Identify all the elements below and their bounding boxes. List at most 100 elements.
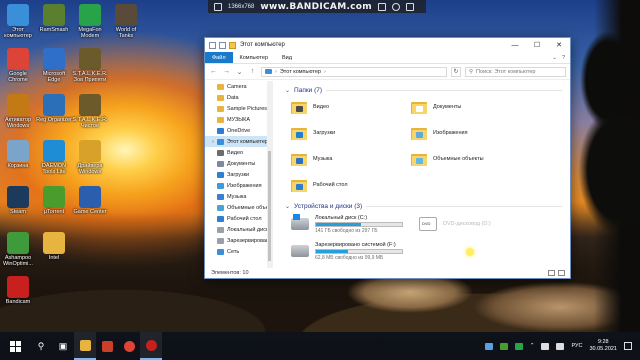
language-indicator[interactable]: РУС bbox=[571, 343, 582, 349]
drive-item[interactable]: Зарезервировано системой (F:) 62,8 МБ сво… bbox=[291, 239, 419, 263]
nav-item[interactable]: Музыка bbox=[205, 191, 272, 202]
nav-item[interactable]: OneDrive bbox=[205, 125, 272, 136]
nav-item[interactable]: Зарезервировано bbox=[205, 235, 272, 246]
taskbar-bandicam-button[interactable] bbox=[140, 332, 162, 360]
chevron-down-icon[interactable]: ⌄ bbox=[285, 203, 290, 210]
desktop-icon-chrome[interactable]: Google Chrome bbox=[0, 48, 36, 92]
up-button[interactable]: ↑ bbox=[248, 68, 257, 75]
desktop-icon-ramsmash[interactable]: RamSmash bbox=[36, 4, 72, 48]
close-button[interactable]: ✕ bbox=[548, 38, 570, 52]
minimize-button[interactable]: — bbox=[504, 38, 526, 52]
desktop-icon-ashampoo[interactable]: Ashampoo WinOptimi... bbox=[0, 232, 36, 276]
desktop-icon-edge[interactable]: Microsoft Edge bbox=[36, 48, 72, 92]
desktop-icon-this-pc[interactable]: Этот компьютер bbox=[0, 4, 36, 48]
nav-item[interactable]: Видео bbox=[205, 147, 272, 158]
folder-item[interactable]: Объемные объекты bbox=[411, 148, 531, 170]
folder-item[interactable]: Изображения bbox=[411, 122, 531, 144]
desktop-icon-drivers[interactable]: Драйвера Windows bbox=[72, 140, 108, 184]
nav-item[interactable]: › Этот компьютер bbox=[205, 136, 272, 147]
desktop-icon-daemon-tools[interactable]: DAEMON Tools Lite bbox=[36, 140, 72, 184]
details-view-icon[interactable] bbox=[548, 270, 555, 276]
expand-ribbon-icon[interactable]: ⌄ bbox=[552, 55, 557, 61]
utorrent-tray-icon[interactable] bbox=[499, 342, 508, 350]
properties-icon[interactable] bbox=[209, 41, 216, 49]
desktop-icon-activator[interactable]: Активатор Windows bbox=[0, 94, 36, 138]
item-count: Элементов: 10 bbox=[211, 270, 249, 276]
refresh-button[interactable]: ↻ bbox=[451, 66, 461, 77]
nav-item[interactable]: Sample Pictures bbox=[205, 103, 272, 114]
nav-item[interactable]: Data bbox=[205, 92, 272, 103]
chevron-right-icon[interactable]: › bbox=[212, 139, 214, 145]
nav-item[interactable]: МУЗЫКА bbox=[205, 114, 272, 125]
desktop-icon-megafon[interactable]: MegaFon Modem bbox=[72, 4, 108, 48]
address-bar[interactable]: › Этот компьютер › bbox=[261, 66, 447, 77]
navigation-pane[interactable]: Camera Data Sample Pictures МУЗЫКА OneDrive ›… bbox=[205, 81, 273, 268]
desktop-icon-intel-folder[interactable]: Intel bbox=[36, 232, 72, 276]
nav-item[interactable]: Рабочий стол bbox=[205, 213, 272, 224]
taskbar-search-button[interactable]: ⚲ bbox=[30, 332, 52, 360]
desktop-icon-bandicam[interactable]: Bandicam bbox=[0, 276, 36, 320]
nav-item[interactable]: Изображения bbox=[205, 180, 272, 191]
clock[interactable]: 9:28 30.05.2021 bbox=[589, 339, 617, 353]
desktop-icon-game-center[interactable]: Game Center bbox=[72, 186, 108, 230]
network-icon[interactable] bbox=[541, 342, 550, 350]
taskbar-store-button[interactable] bbox=[96, 332, 118, 360]
tab-computer[interactable]: Компьютер bbox=[233, 52, 275, 63]
desktop-icon-recycle-bin[interactable]: Корзина bbox=[0, 140, 36, 184]
nav-item[interactable]: Локальный диск bbox=[205, 224, 272, 235]
drives-group-header[interactable]: ⌄ Устройства и диски (3) bbox=[285, 200, 562, 212]
nav-scrollbar[interactable] bbox=[267, 81, 272, 268]
bandicam-icon bbox=[7, 276, 29, 298]
breadcrumb-chevron-icon[interactable]: › bbox=[275, 69, 277, 75]
desktop-icon-steam[interactable]: Steam bbox=[0, 186, 36, 230]
content-pane[interactable]: ⌄ Папки (7) Видео Документы Загрузки Изобра… bbox=[273, 81, 570, 268]
forward-button[interactable]: → bbox=[222, 68, 231, 75]
chevron-down-icon[interactable]: ⌄ bbox=[285, 87, 290, 94]
drive-item[interactable]: DVD-дисковод (D:) bbox=[419, 212, 539, 236]
nav-item[interactable]: Объемные объекты bbox=[205, 202, 272, 213]
breadcrumb[interactable]: Этот компьютер bbox=[280, 69, 321, 75]
desktop-icon-world-of-tanks[interactable]: World of Tanks bbox=[108, 4, 144, 48]
folder-item[interactable]: Рабочий стол bbox=[291, 174, 411, 196]
scrollbar-thumb[interactable] bbox=[268, 151, 271, 261]
help-icon[interactable]: ? bbox=[562, 55, 565, 61]
folder-item[interactable]: Музыка bbox=[291, 148, 411, 170]
start-button[interactable] bbox=[0, 340, 30, 352]
breadcrumb-chevron-icon[interactable]: › bbox=[324, 69, 326, 75]
tab-file[interactable]: Файл bbox=[205, 52, 233, 63]
desktop-icon-reg-organizer[interactable]: Reg Organizer bbox=[36, 94, 72, 138]
back-button[interactable]: ← bbox=[209, 68, 218, 75]
taskbar-task-view-button[interactable]: ▣ bbox=[52, 332, 74, 360]
tab-view[interactable]: Вид bbox=[275, 52, 299, 63]
recent-locations-icon[interactable]: ⌄ bbox=[235, 68, 244, 76]
taskbar-file-explorer-button[interactable] bbox=[74, 332, 96, 360]
taskbar-chrome-button[interactable] bbox=[118, 332, 140, 360]
nav-item[interactable]: Camera bbox=[205, 81, 272, 92]
show-hidden-icons-icon[interactable]: ⌃ bbox=[530, 343, 535, 349]
steam-tray-icon[interactable] bbox=[484, 342, 493, 350]
folder-item[interactable]: Загрузки bbox=[291, 122, 411, 144]
desktop-icon-stalker-cs[interactable]: S.T.A.L.K.E.R. Чистое bbox=[72, 94, 108, 138]
nav-item[interactable]: Документы bbox=[205, 158, 272, 169]
folder-item[interactable]: Документы bbox=[411, 96, 531, 118]
record-icon[interactable] bbox=[391, 2, 400, 11]
notification-center-icon[interactable] bbox=[624, 342, 632, 350]
modem-tray-icon[interactable] bbox=[514, 342, 523, 350]
new-folder-icon[interactable] bbox=[229, 41, 236, 49]
close-icon[interactable] bbox=[405, 2, 414, 11]
desktop-icon-stalker[interactable]: S.T.A.L.K.E.R. Зов Припяти bbox=[72, 48, 108, 92]
checkbox-icon[interactable] bbox=[219, 41, 226, 49]
folders-group-header[interactable]: ⌄ Папки (7) bbox=[285, 84, 562, 96]
camera-icon[interactable] bbox=[377, 2, 386, 11]
explorer-window[interactable]: Этот компьютер — ☐ ✕ Файл Компьютер Вид … bbox=[204, 37, 571, 279]
volume-icon[interactable] bbox=[556, 342, 565, 350]
drive-item[interactable]: Локальный диск (C:) 141 ГБ свободно из 29… bbox=[291, 212, 419, 236]
title-bar[interactable]: Этот компьютер — ☐ ✕ bbox=[205, 38, 570, 52]
nav-item[interactable]: Сеть bbox=[205, 246, 272, 257]
desktop-icon-utorrent[interactable]: μTorrent bbox=[36, 186, 72, 230]
large-icons-view-icon[interactable] bbox=[558, 270, 565, 276]
folder-item[interactable]: Видео bbox=[291, 96, 411, 118]
maximize-button[interactable]: ☐ bbox=[526, 38, 548, 52]
nav-item[interactable]: Загрузки bbox=[205, 169, 272, 180]
search-input[interactable]: ⚲ Поиск: Этот компьютер bbox=[465, 66, 566, 77]
